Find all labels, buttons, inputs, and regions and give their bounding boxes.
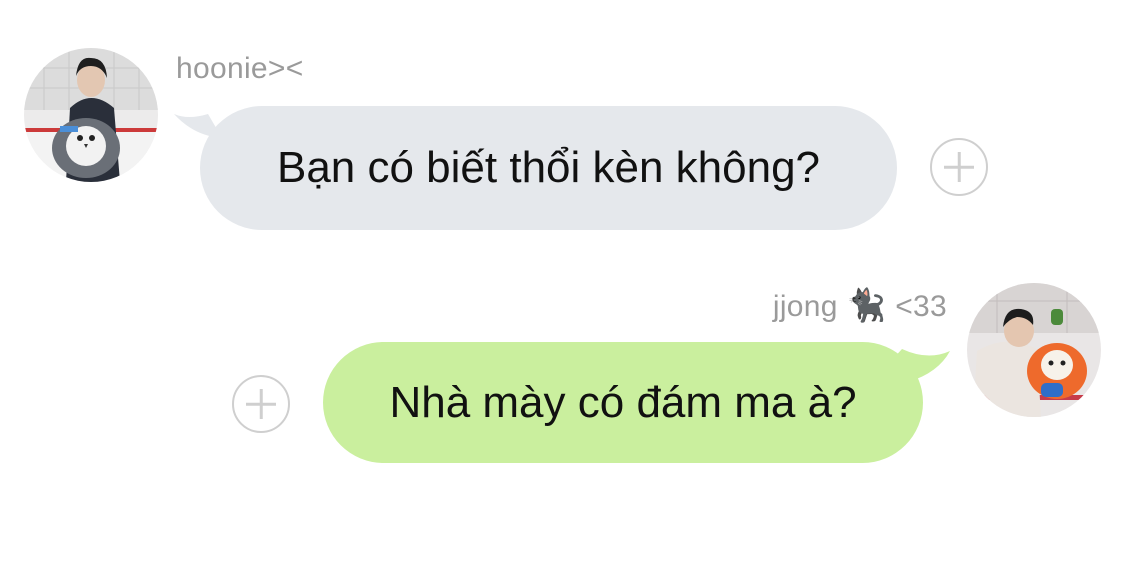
avatar-jjong-image	[967, 283, 1101, 417]
avatar-hoonie[interactable]	[24, 48, 158, 182]
message-text: Bạn có biết thổi kèn không?	[276, 143, 821, 192]
sender-name-group: jjong 🐈‍⬛ <33	[773, 286, 947, 324]
message-text: Nhà mày có đám ma à?	[389, 377, 857, 427]
sender-name: jjong	[772, 290, 838, 323]
avatar-hoonie-image	[24, 48, 158, 182]
add-reaction-button[interactable]	[930, 138, 988, 196]
black-cat-icon: 🐈‍⬛	[846, 287, 887, 323]
add-reaction-button[interactable]	[232, 375, 290, 433]
sender-name-suffix: <33	[895, 290, 947, 323]
message-bubble-sent[interactable]: Nhà mày có đám ma à?	[323, 342, 923, 463]
sender-name: hoonie><	[176, 52, 304, 85]
message-bubble-received[interactable]: Bạn có biết thổi kèn không?	[200, 106, 897, 230]
avatar-jjong[interactable]	[967, 283, 1101, 417]
